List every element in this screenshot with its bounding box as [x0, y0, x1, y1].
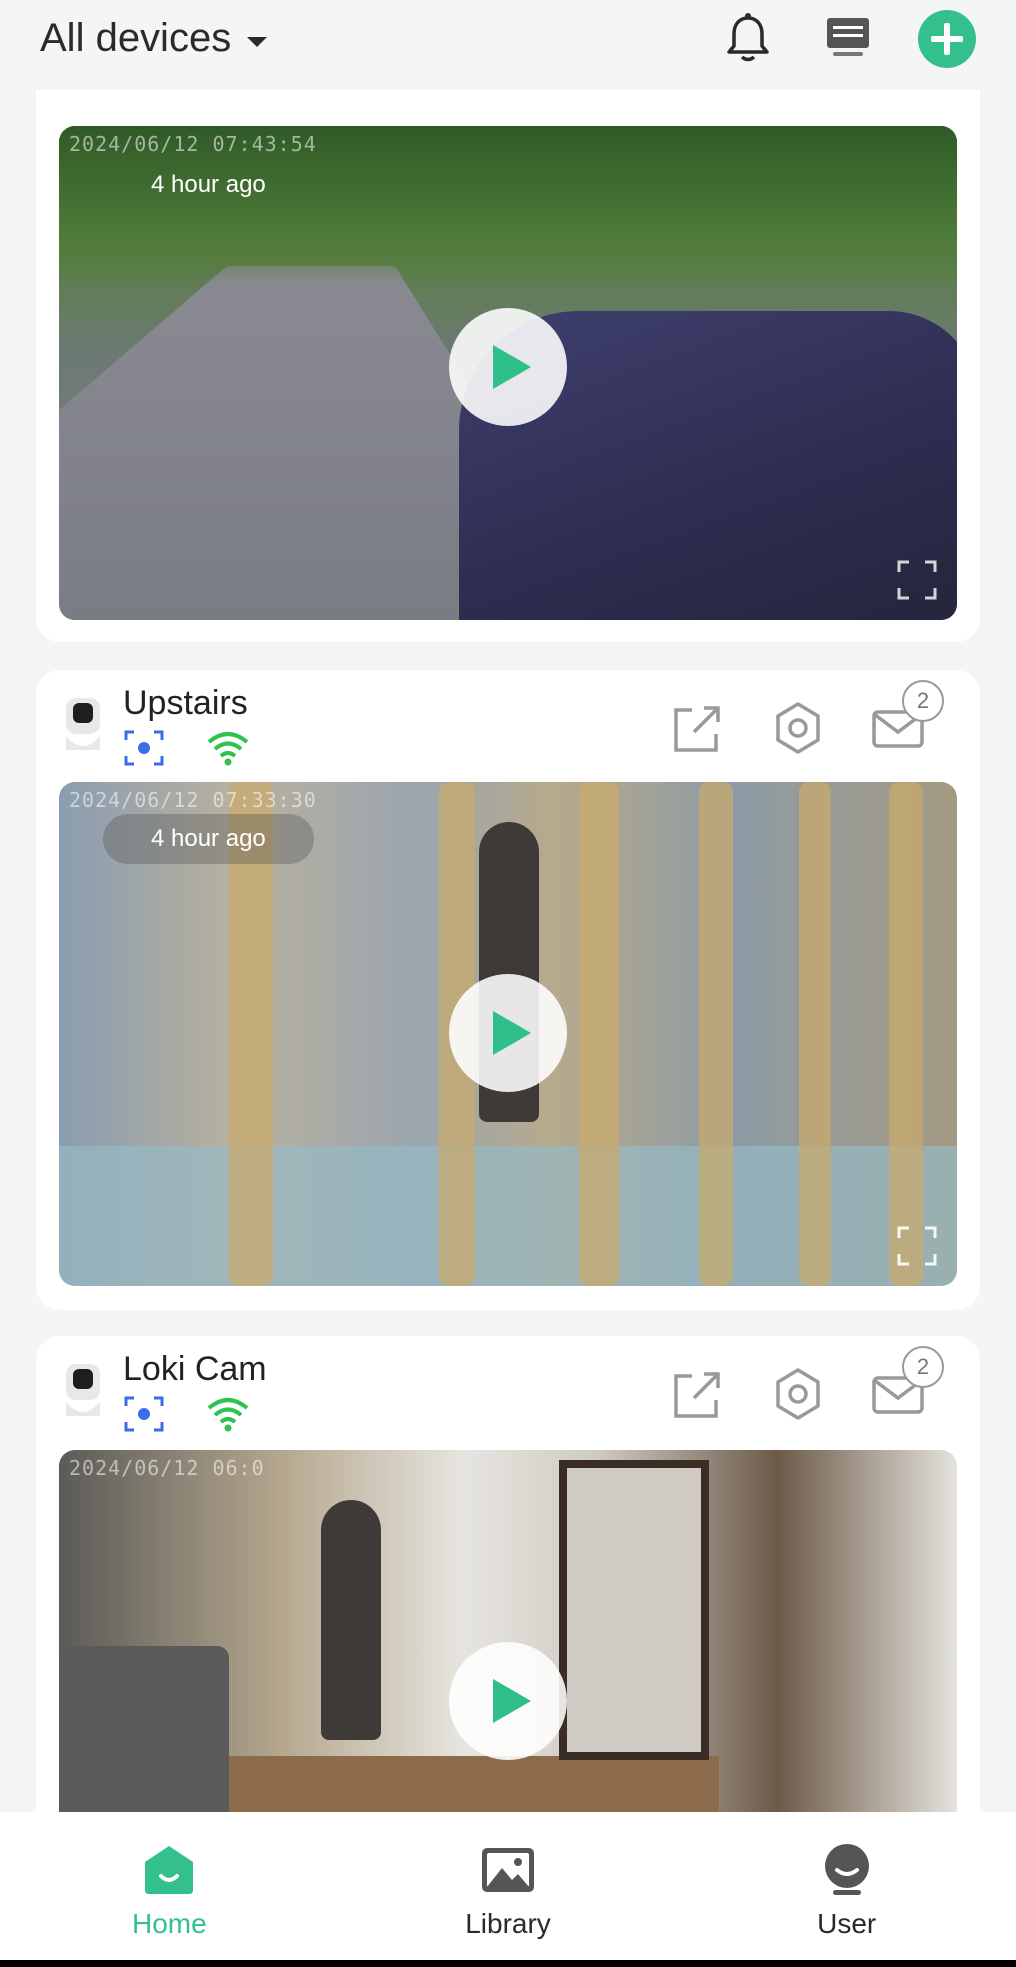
plus-icon: [931, 23, 963, 55]
user-icon: [824, 1844, 869, 1895]
wifi-icon: [207, 1398, 249, 1432]
preview-baluster: [579, 782, 619, 1286]
camera-card: 2024/06/12 07:43:54 4 hour ago: [36, 60, 980, 642]
camera-preview[interactable]: 2024/06/12 07:43:54 4 hour ago: [59, 126, 957, 620]
library-icon: [482, 1848, 534, 1892]
last-event-label: 4 hour ago: [151, 171, 266, 198]
play-button[interactable]: [449, 308, 567, 426]
preview-shelf: [559, 1460, 709, 1760]
motion-detect-icon: [124, 730, 164, 766]
nav-home[interactable]: Home: [0, 1812, 339, 1960]
camera-preview[interactable]: 2024/06/12 07:33:30 4 hour ago: [59, 782, 957, 1286]
share-icon[interactable]: [670, 1366, 726, 1422]
add-device-button[interactable]: [918, 10, 976, 68]
page-title: All devices: [40, 16, 232, 60]
event-count-badge: 2: [902, 680, 944, 722]
camera-preview[interactable]: 2024/06/12 06:0: [59, 1450, 957, 1856]
play-icon: [493, 1679, 531, 1723]
bottom-nav: Home Library User: [0, 1812, 1016, 1960]
nav-user[interactable]: User: [677, 1812, 1016, 1960]
gear-icon[interactable]: [770, 1366, 826, 1422]
play-icon: [493, 1011, 531, 1055]
fullscreen-icon[interactable]: [897, 560, 937, 600]
camera-card: Loki Cam 2 2024/06/12 06:0: [36, 1336, 980, 1856]
last-event-label: 4 hour ago: [103, 814, 314, 864]
top-header: All devices: [0, 0, 1016, 90]
preview-baluster: [889, 782, 923, 1286]
preview-sofa: [59, 1646, 229, 1836]
video-timestamp: 2024/06/12 07:33:30: [69, 788, 317, 812]
event-count-badge: 2: [902, 1346, 944, 1388]
home-icon: [145, 1846, 194, 1894]
bell-icon[interactable]: [722, 12, 774, 64]
preview-baluster: [799, 782, 831, 1286]
camera-device-icon: [66, 1364, 100, 1416]
wifi-icon: [207, 732, 249, 766]
camera-device-icon: [66, 698, 100, 750]
play-button[interactable]: [449, 1642, 567, 1760]
play-button[interactable]: [449, 974, 567, 1092]
caret-down-icon: [247, 36, 268, 47]
video-timestamp: 2024/06/12 06:0: [69, 1456, 265, 1480]
camera-name: Loki Cam: [123, 1350, 267, 1388]
video-timestamp: 2024/06/12 07:43:54: [69, 132, 317, 156]
system-bar: [0, 1960, 1016, 1967]
camera-name: Upstairs: [123, 684, 248, 722]
motion-detect-icon: [124, 1396, 164, 1432]
camera-card: Upstairs 2 2024/06/12 07:33:30 4 hour ag…: [36, 670, 980, 1310]
preview-baluster: [699, 782, 733, 1286]
play-icon: [493, 345, 531, 389]
nav-home-label: Home: [131, 1908, 207, 1939]
share-icon[interactable]: [670, 700, 726, 756]
fullscreen-icon[interactable]: [897, 1226, 937, 1266]
nav-user-label: User: [817, 1908, 877, 1939]
device-filter-dropdown[interactable]: All devices: [40, 16, 268, 61]
gear-icon[interactable]: [770, 700, 826, 756]
preview-person: [321, 1500, 381, 1740]
messages-icon[interactable]: [822, 12, 874, 64]
nav-library[interactable]: Library: [339, 1812, 678, 1960]
nav-library-label: Library: [465, 1908, 551, 1939]
